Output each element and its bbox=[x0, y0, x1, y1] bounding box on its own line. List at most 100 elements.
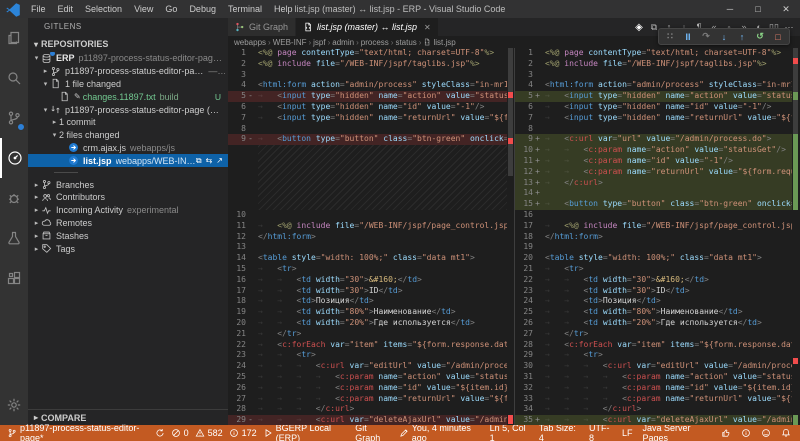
tree-item-crm-ajax-js[interactable]: crm.ajax.jswebapps/js bbox=[28, 142, 228, 155]
code-line[interactable]: 14+ bbox=[515, 188, 792, 199]
step-into-icon[interactable]: ↓ bbox=[716, 32, 732, 42]
code-line[interactable]: 25→ → <td width="80%">Наименование</td> bbox=[515, 307, 792, 318]
code-line[interactable]: 16 bbox=[515, 210, 792, 221]
code-line[interactable]: 2<%@ include file="/WEB-INF/jspf/taglibs… bbox=[228, 59, 507, 70]
code-line[interactable]: 14<table style="width: 100%;" class="dat… bbox=[228, 253, 507, 264]
maximize-button[interactable]: □ bbox=[744, 0, 772, 18]
statusbar-git-graph-status[interactable]: Git Graph bbox=[352, 425, 393, 441]
code-line[interactable]: 6→ <input type="hidden" name="id" value=… bbox=[515, 102, 792, 113]
menu-selection[interactable]: Selection bbox=[79, 0, 128, 18]
tree-item-list-jsp[interactable]: list.jspwebapps/WEB-INF/jspf/admin/pr...… bbox=[28, 154, 228, 167]
breadcrumb-item[interactable]: WEB-INF bbox=[273, 38, 307, 47]
code-line[interactable]: 10+→ → <c:param name="action" value="sta… bbox=[515, 145, 792, 156]
close-icon[interactable]: ✕ bbox=[424, 23, 431, 32]
activity-gear[interactable] bbox=[0, 385, 28, 425]
scrollbar-thumb[interactable] bbox=[508, 48, 513, 176]
tree-item-contributors[interactable]: ▸Contributors bbox=[28, 191, 228, 204]
copy-icon[interactable]: ⧉ bbox=[196, 156, 202, 166]
code-line[interactable]: 15+→ <button type="button" class="btn-gr… bbox=[515, 199, 792, 210]
code-line[interactable]: 5+→ <input type="hidden" name="action" v… bbox=[515, 91, 792, 102]
code-line[interactable]: 23→ → <td width="30">ID</td> bbox=[515, 286, 792, 297]
statusbar-notifications-bell[interactable] bbox=[776, 425, 796, 441]
stop-icon[interactable]: □ bbox=[770, 32, 786, 42]
close-button[interactable]: ✕ bbox=[772, 0, 800, 18]
breadcrumb-item[interactable]: admin bbox=[332, 38, 354, 47]
code-line[interactable]: 28→ → → </c:url> bbox=[228, 404, 507, 415]
code-line[interactable]: 12+→ → <c:param name="returnUrl" value="… bbox=[515, 167, 792, 178]
statusbar-feedback-thumb[interactable] bbox=[716, 425, 736, 441]
activity-test-beaker[interactable] bbox=[0, 218, 28, 258]
code-line[interactable]: 15→ <tr> bbox=[228, 264, 507, 275]
overview-ruler-right[interactable] bbox=[792, 48, 799, 425]
code-line[interactable]: 20→ → <td width="20%">Где используется</… bbox=[228, 318, 507, 329]
code-line[interactable]: 10 bbox=[228, 210, 507, 221]
section-repositories[interactable]: ▾ REPOSITORIES bbox=[28, 36, 228, 52]
breadcrumb-item[interactable]: status bbox=[395, 38, 416, 47]
code-line[interactable]: 8 bbox=[515, 124, 792, 135]
code-line[interactable]: 18→ → <td>Позиция</td> bbox=[228, 296, 507, 307]
tree-item-stashes[interactable]: ▸Stashes bbox=[28, 229, 228, 242]
code-line[interactable]: 11+→ → <c:param name="id" value="-1"/> bbox=[515, 156, 792, 167]
code-line[interactable]: 35+→ → → <c:url var="deleteAjaxUrl" valu… bbox=[515, 415, 792, 425]
statusbar-infos[interactable]: 172 bbox=[226, 425, 260, 441]
activity-debug[interactable] bbox=[0, 178, 28, 218]
tree-item-p11897-process-status-editor-page[interactable]: ▸p11897-process-status-editor-page— orig… bbox=[28, 65, 228, 78]
code-line[interactable]: 19→ → <td width="80%">Наименование</td> bbox=[228, 307, 507, 318]
drag-grip-icon[interactable]: ∷ bbox=[662, 31, 678, 42]
code-line[interactable]: 5-→ <input type="hidden" name="action" v… bbox=[228, 91, 507, 102]
code-line[interactable]: 22→ → <td width="30">&#160;</td> bbox=[515, 275, 792, 286]
code-line[interactable]: 27→ → → → <c:param name="returnUrl" valu… bbox=[228, 394, 507, 405]
code-line[interactable]: 24→ → <td>Позиция</td> bbox=[515, 296, 792, 307]
statusbar-info-indicator[interactable] bbox=[736, 425, 756, 441]
code-line[interactable]: 29-→ → → <c:url var="deleteAjaxUrl" valu… bbox=[228, 415, 507, 425]
menu-help[interactable]: Help bbox=[268, 0, 299, 18]
overview-ruler-left[interactable] bbox=[507, 48, 514, 425]
code-line[interactable]: 22→ <c:forEach var="item" items="${form.… bbox=[228, 340, 507, 351]
code-line[interactable]: 6→ <input type="hidden" name="id" value=… bbox=[228, 102, 507, 113]
code-line[interactable]: 26→ → → → <c:param name="id" value="${it… bbox=[228, 383, 507, 394]
code-line[interactable]: 21→ <tr> bbox=[515, 264, 792, 275]
code-line[interactable]: 2<%@ include file="/WEB-INF/jspf/taglibs… bbox=[515, 59, 792, 70]
code-line[interactable]: 17→ → <td width="30">ID</td> bbox=[228, 286, 507, 297]
code-line[interactable]: 1<%@ page contentType="text/html; charse… bbox=[515, 48, 792, 59]
code-line[interactable]: 31→ → → → <c:param name="action" value="… bbox=[515, 372, 792, 383]
open-file-icon[interactable]: ↗ bbox=[216, 156, 223, 166]
menu-terminal[interactable]: Terminal bbox=[222, 0, 268, 18]
compare-icon[interactable]: ⇆ bbox=[206, 156, 213, 166]
breadcrumb-file[interactable]: list.jsp bbox=[433, 38, 455, 47]
code-line[interactable]: 24→ → → <c:url var="editUrl" value="/adm… bbox=[228, 361, 507, 372]
statusbar-errors[interactable]: 0 bbox=[168, 425, 192, 441]
activity-source-control[interactable] bbox=[0, 98, 28, 138]
code-line[interactable]: 34→ → → </c:url> bbox=[515, 404, 792, 415]
statusbar-git-branch-status[interactable]: p11897-process-status-editor-page* bbox=[4, 425, 152, 441]
statusbar-feedback-smiley[interactable] bbox=[756, 425, 776, 441]
minimize-button[interactable]: ─ bbox=[716, 0, 744, 18]
statusbar-launch-config[interactable]: BGERP Local (ERP) bbox=[260, 425, 353, 441]
code-line[interactable]: 13 bbox=[228, 242, 507, 253]
activity-gitlens[interactable] bbox=[0, 138, 28, 178]
breadcrumb-item[interactable]: jspf bbox=[313, 38, 325, 47]
code-line[interactable]: 8 bbox=[228, 124, 507, 135]
code-line[interactable]: 3 bbox=[228, 70, 507, 81]
step-out-icon[interactable]: ↑ bbox=[734, 32, 750, 42]
code-line[interactable]: 7→ <input type="hidden" name="returnUrl"… bbox=[515, 113, 792, 124]
gitlens-compare-diamond-icon[interactable]: ◈ bbox=[632, 22, 646, 33]
tab-git-graph[interactable]: Git Graph bbox=[228, 18, 296, 36]
code-line[interactable]: 30→ → → <c:url var="editUrl" value="/adm… bbox=[515, 361, 792, 372]
code-line[interactable]: 16→ → <td width="30">&#160;</td> bbox=[228, 275, 507, 286]
breadcrumb-item[interactable]: webapps bbox=[234, 38, 266, 47]
activity-search[interactable] bbox=[0, 58, 28, 98]
statusbar-eol[interactable]: LF bbox=[617, 425, 638, 441]
tree-item-1-file-changed[interactable]: ▾1 file changed bbox=[28, 78, 228, 91]
menu-go[interactable]: Go bbox=[159, 0, 183, 18]
code-line[interactable]: 13+→ </c:url> bbox=[515, 178, 792, 189]
statusbar-tab-size[interactable]: Tab Size: 4 bbox=[534, 425, 584, 441]
menu-edit[interactable]: Edit bbox=[52, 0, 80, 18]
statusbar-warnings[interactable]: 582 bbox=[192, 425, 226, 441]
restart-icon[interactable]: ↺ bbox=[752, 31, 768, 42]
statusbar-encoding[interactable]: UTF-8 bbox=[584, 425, 617, 441]
statusbar-sync-status[interactable] bbox=[152, 425, 168, 441]
activity-explorer[interactable] bbox=[0, 18, 28, 58]
code-line[interactable]: 11→ <%@ include file="/WEB-INF/jspf/page… bbox=[228, 221, 507, 232]
code-line[interactable]: 32→ → → → <c:param name="id" value="${it… bbox=[515, 383, 792, 394]
